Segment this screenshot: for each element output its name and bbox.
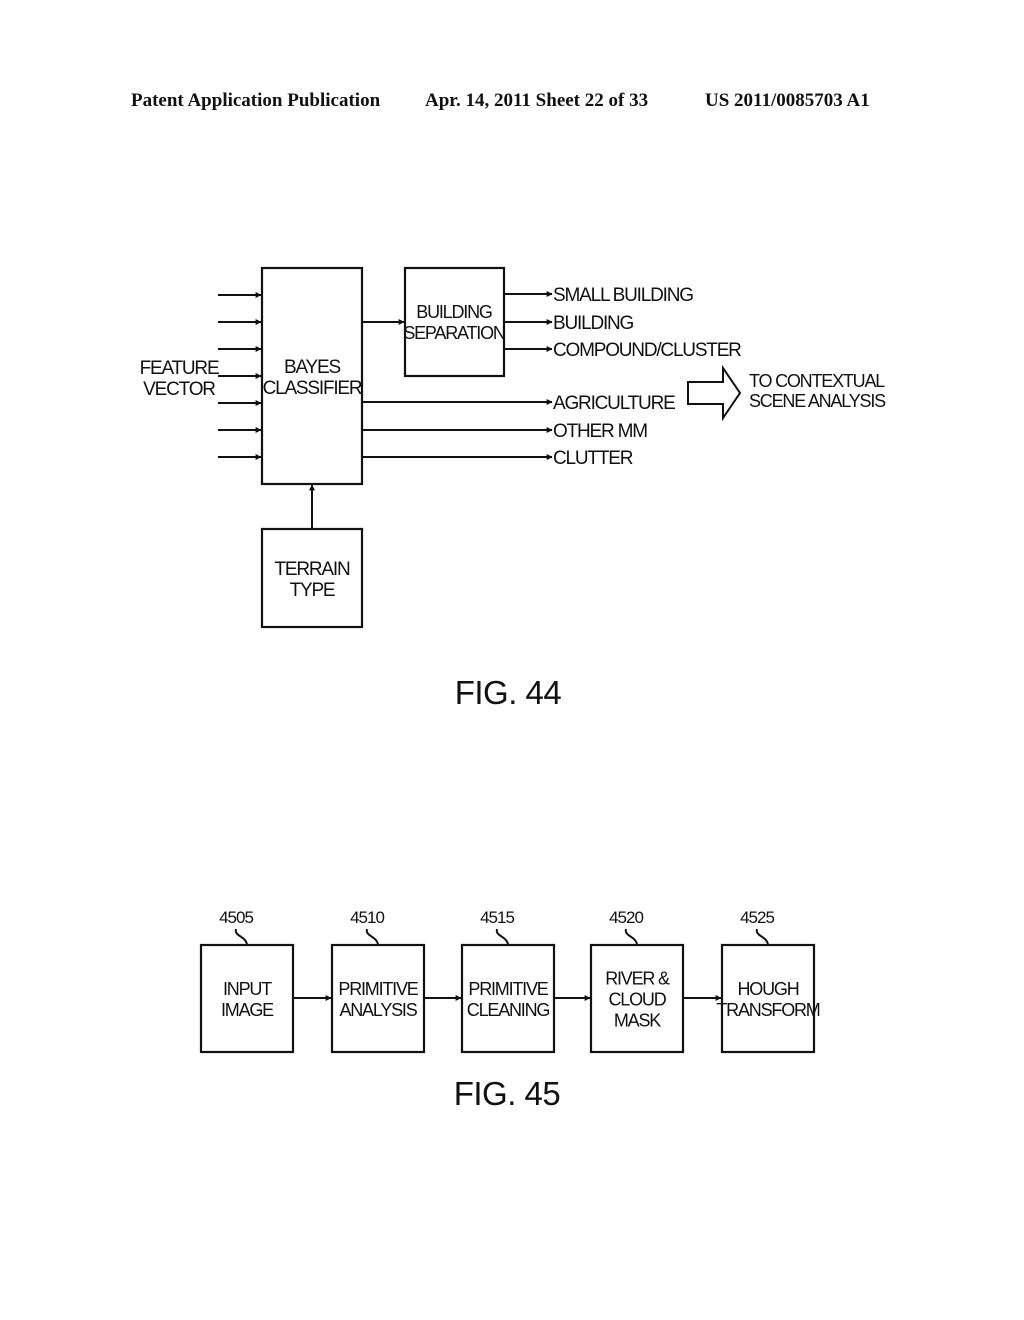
leader-line <box>755 928 769 945</box>
fig44-diagram: FEATURE VECTOR BAYES CLASSIFIER BUILDING… <box>140 266 887 711</box>
building-separation-box <box>403 266 506 378</box>
output-agriculture: AGRICULTURE <box>553 393 675 414</box>
destination-label-line1: TO CONTEXTUAL <box>749 371 885 391</box>
pipeline-block-label: IMAGE <box>221 1000 274 1020</box>
fig44-caption: FIG. 44 <box>455 674 562 711</box>
building-separation-label-line1: BUILDING <box>416 302 492 322</box>
output-compound-cluster: COMPOUND/CLUSTER <box>553 340 741 361</box>
pipeline-block-label: PRIMITIVE <box>338 979 418 999</box>
building-separation-label-line2: SEPARATION <box>403 323 505 343</box>
output-building: BUILDING <box>553 313 634 334</box>
hollow-arrow-icon <box>687 364 742 422</box>
destination-label-line2: SCENE ANALYSIS <box>749 391 886 411</box>
pipeline-block-label: ANALYSIS <box>339 1000 417 1020</box>
reference-numeral: 4520 <box>609 908 643 927</box>
pipeline-block: 4525 HOUGHTRANSFORM <box>716 908 821 1054</box>
output-small-building: SMALL BUILDING <box>553 285 693 306</box>
pipeline-block-label: CLOUD <box>608 990 666 1010</box>
terrain-type-label-line1: TERRAIN <box>275 559 350 580</box>
reference-numeral: 4525 <box>740 908 774 927</box>
reference-numeral: 4515 <box>480 908 514 927</box>
pipeline-block-label: HOUGH <box>738 979 799 999</box>
reference-numeral: 4510 <box>350 908 384 927</box>
reference-numeral: 4505 <box>219 908 253 927</box>
pipeline-block: 4510 PRIMITIVEANALYSIS <box>330 908 426 1054</box>
output-clutter: CLUTTER <box>553 448 633 469</box>
pipeline-block-label: CLEANING <box>467 1000 550 1020</box>
bayes-classifier-label-line1: BAYES <box>284 357 340 378</box>
pipeline-block: 4520 RIVER &CLOUDMASK <box>589 908 685 1054</box>
pipeline-block-label: INPUT <box>223 979 272 999</box>
leader-line <box>234 928 248 945</box>
figures-canvas: FEATURE VECTOR BAYES CLASSIFIER BUILDING… <box>140 266 887 1112</box>
leader-line <box>495 928 509 945</box>
feature-vector-label-line2: VECTOR <box>143 379 215 400</box>
fig45-diagram: 4505INPUTIMAGE4510PRIMITIVEANALYSIS4515P… <box>199 908 821 1054</box>
terrain-type-label-line2: TYPE <box>290 580 335 601</box>
pipeline-block: 4515 PRIMITIVECLEANING <box>460 908 556 1054</box>
leader-line <box>365 928 379 945</box>
bayes-classifier-label-line2: CLASSIFIER <box>263 378 362 399</box>
pipeline-block: 4505 INPUTIMAGE <box>199 908 295 1054</box>
feature-input-arrows <box>218 292 262 460</box>
fig45-caption: FIG. 45 <box>454 1075 561 1112</box>
output-other-mm: OTHER MM <box>553 421 647 442</box>
leader-line <box>624 928 638 945</box>
feature-vector-label-line1: FEATURE <box>140 358 219 379</box>
pipeline-block-label: RIVER & <box>605 969 670 989</box>
pipeline-block-label: PRIMITIVE <box>468 979 548 999</box>
pipeline-block-label: MASK <box>614 1011 661 1031</box>
pipeline-block-label: TRANSFORM <box>716 1000 819 1020</box>
